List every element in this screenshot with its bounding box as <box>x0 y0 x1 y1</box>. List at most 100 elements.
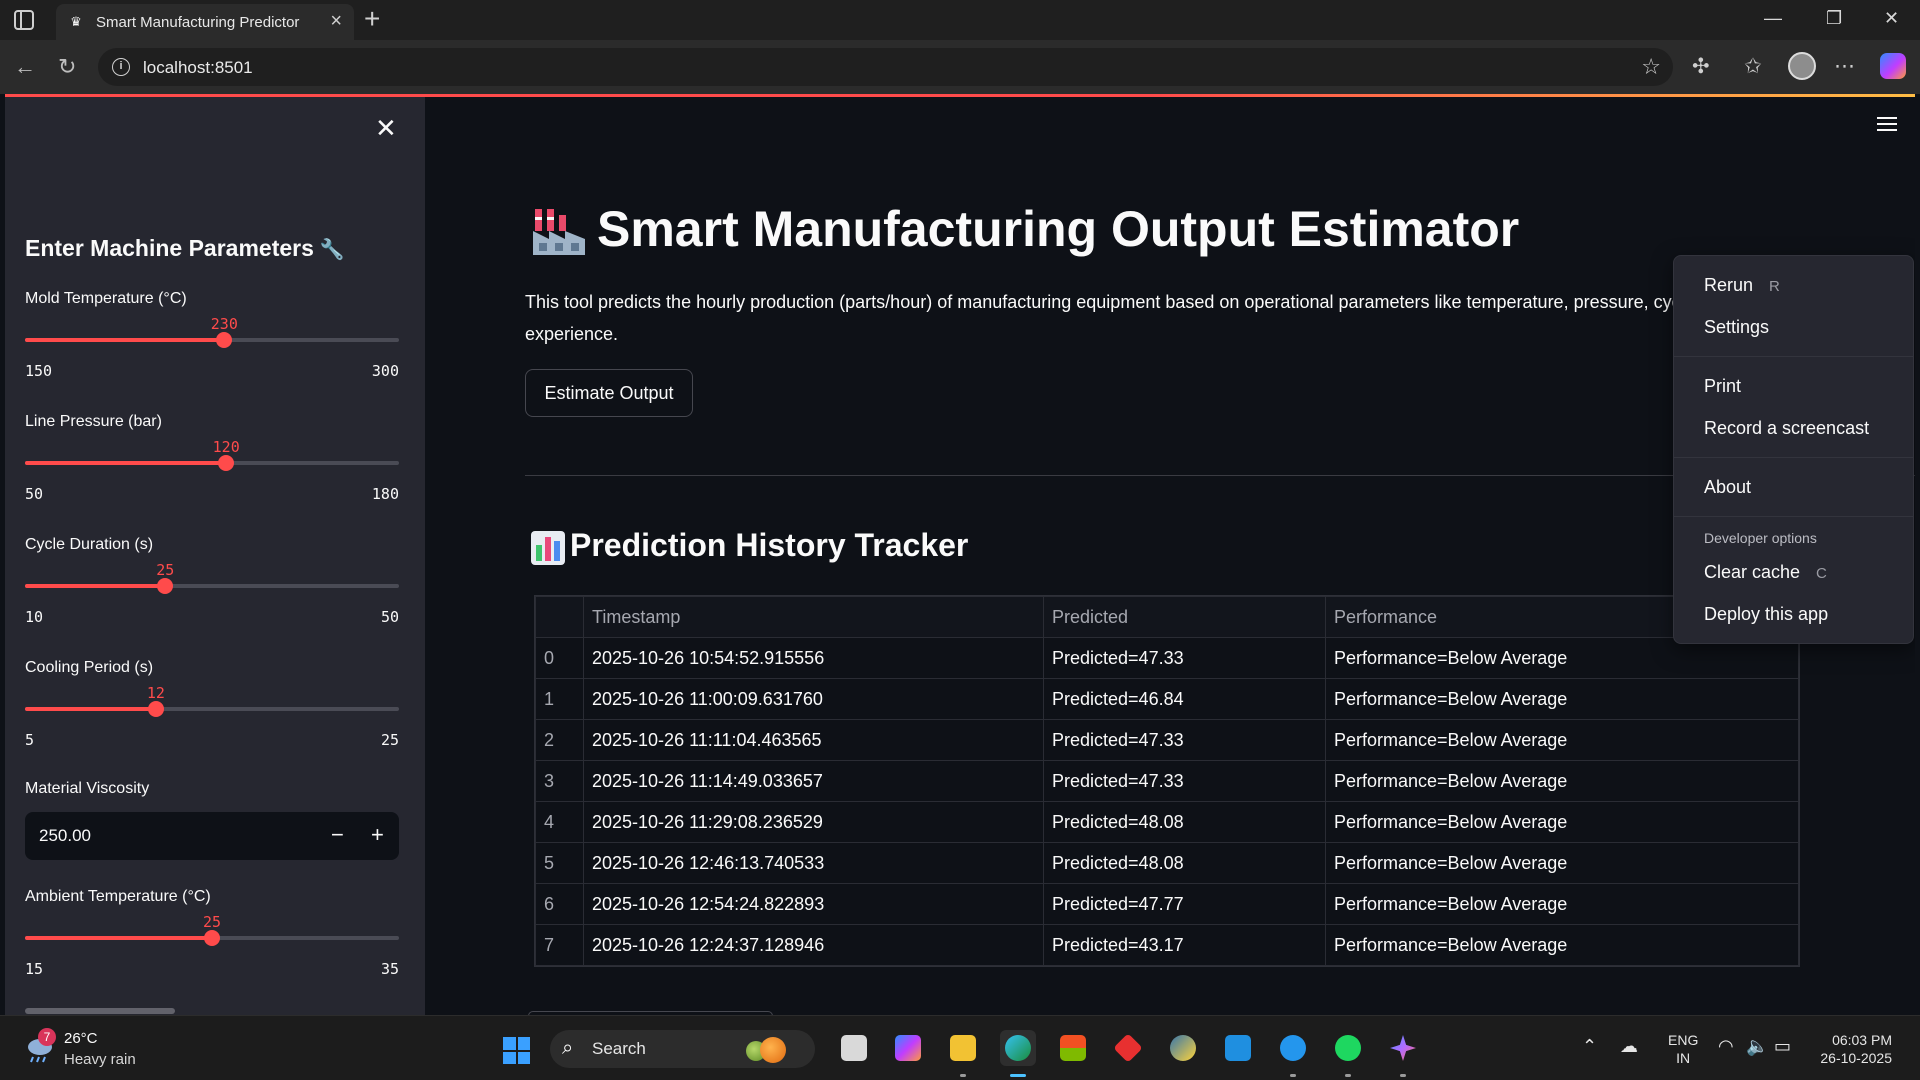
microsoft-store-icon[interactable] <box>1055 1030 1091 1066</box>
slider-track[interactable] <box>25 930 399 946</box>
table-row[interactable]: 0 2025-10-26 10:54:52.915556 Predicted=47.… <box>535 637 1799 679</box>
favorites-icon[interactable]: ✩ <box>1744 54 1762 79</box>
timestamp-cell[interactable]: 2025-10-26 12:24:37.128946 <box>583 924 1044 966</box>
row-index[interactable]: 6 <box>535 883 584 925</box>
table-row[interactable]: 2 2025-10-26 11:11:04.463565 Predicted=47.… <box>535 719 1799 761</box>
menu-item-record-screencast[interactable]: Record a screencast <box>1674 407 1913 449</box>
table-row[interactable]: 7 2025-10-26 12:24:37.128946 Predicted=43.… <box>535 924 1799 966</box>
row-index[interactable]: 7 <box>535 924 584 966</box>
row-index[interactable]: 2 <box>535 719 584 761</box>
table-row[interactable]: 6 2025-10-26 12:54:24.822893 Predicted=47.… <box>535 883 1799 925</box>
row-index[interactable]: 3 <box>535 760 584 802</box>
python-app-icon[interactable] <box>1165 1030 1201 1066</box>
favorite-star-icon[interactable]: ☆ <box>1641 54 1661 80</box>
performance-cell[interactable]: Performance=Below Average <box>1325 801 1799 843</box>
timestamp-cell[interactable]: 2025-10-26 10:54:52.915556 <box>583 637 1044 679</box>
predicted-cell[interactable]: Predicted=48.08 <box>1043 801 1326 843</box>
taskbar-search[interactable]: ⌕ Search <box>550 1030 815 1068</box>
table-row[interactable]: 3 2025-10-26 11:14:49.033657 Predicted=47.… <box>535 760 1799 802</box>
increment-button[interactable]: + <box>371 822 384 848</box>
slider-thumb[interactable] <box>204 930 220 946</box>
close-sidebar-icon[interactable]: ✕ <box>375 113 397 144</box>
weather-temperature[interactable]: 26°C <box>64 1030 98 1047</box>
column-header-timestamp[interactable]: Timestamp <box>583 596 1044 638</box>
viscosity-input[interactable]: 250.00 − + <box>25 812 399 860</box>
wifi-icon[interactable]: ◠ <box>1718 1036 1734 1057</box>
slider-thumb[interactable] <box>218 455 235 471</box>
menu-item-print[interactable]: Print <box>1674 365 1913 407</box>
close-window-icon[interactable]: ✕ <box>1884 8 1899 29</box>
timestamp-cell[interactable]: 2025-10-26 11:14:49.033657 <box>583 760 1044 802</box>
slider-track[interactable] <box>25 332 399 348</box>
column-header-predicted[interactable]: Predicted <box>1043 596 1326 638</box>
timestamp-cell[interactable]: 2025-10-26 12:46:13.740533 <box>583 842 1044 884</box>
spotify-icon[interactable] <box>1330 1030 1366 1077</box>
browser-tab[interactable]: ♛ Smart Manufacturing Predictor × <box>56 4 354 40</box>
row-index[interactable]: 5 <box>535 842 584 884</box>
start-button[interactable] <box>503 1037 530 1064</box>
weather-description[interactable]: Heavy rain <box>64 1051 136 1068</box>
copilot-app-icon[interactable] <box>890 1030 926 1066</box>
docker-icon[interactable] <box>1275 1030 1311 1077</box>
menu-item-rerun[interactable]: Rerun R <box>1674 264 1913 306</box>
new-tab-icon[interactable]: + <box>364 3 380 35</box>
timestamp-cell[interactable]: 2025-10-26 11:11:04.463565 <box>583 719 1044 761</box>
slider-ambient-temperature[interactable]: Ambient Temperature (°C) 25 15 35 <box>25 888 399 998</box>
edge-browser-icon[interactable] <box>1000 1030 1036 1077</box>
performance-cell[interactable]: Performance=Below Average <box>1325 678 1799 720</box>
predicted-cell[interactable]: Predicted=47.33 <box>1043 760 1326 802</box>
timestamp-cell[interactable]: 2025-10-26 12:54:24.822893 <box>583 883 1044 925</box>
tab-actions-icon[interactable] <box>14 10 34 30</box>
timestamp-cell[interactable]: 2025-10-26 11:29:08.236529 <box>583 801 1044 843</box>
slider-track[interactable] <box>25 578 399 594</box>
slider-track[interactable] <box>25 455 399 471</box>
performance-cell[interactable]: Performance=Below Average <box>1325 842 1799 884</box>
reload-icon[interactable]: ↻ <box>58 54 76 80</box>
row-index[interactable]: 4 <box>535 801 584 843</box>
slider-mold-temperature[interactable]: Mold Temperature (°C) 230 150 300 <box>25 290 399 400</box>
minimize-icon[interactable]: — <box>1764 8 1782 29</box>
predicted-cell[interactable]: Predicted=47.33 <box>1043 719 1326 761</box>
performance-cell[interactable]: Performance=Below Average <box>1325 719 1799 761</box>
file-explorer-icon[interactable] <box>945 1030 981 1077</box>
copilot-icon[interactable] <box>1880 53 1906 79</box>
predicted-cell[interactable]: Predicted=47.33 <box>1043 637 1326 679</box>
slider-line-pressure[interactable]: Line Pressure (bar) 120 50 180 <box>25 413 399 523</box>
menu-item-deploy[interactable]: Deploy this app <box>1674 593 1913 635</box>
table-row[interactable]: 5 2025-10-26 12:46:13.740533 Predicted=48.… <box>535 842 1799 884</box>
gemini-icon[interactable] <box>1385 1030 1421 1077</box>
volume-icon[interactable]: 🔈 <box>1746 1036 1768 1057</box>
row-index[interactable]: 1 <box>535 678 584 720</box>
battery-icon[interactable]: ▭ <box>1774 1036 1791 1057</box>
extensions-icon[interactable]: ✣ <box>1692 54 1710 79</box>
close-tab-icon[interactable]: × <box>330 10 342 33</box>
predicted-cell[interactable]: Predicted=48.08 <box>1043 842 1326 884</box>
performance-cell[interactable]: Performance=Below Average <box>1325 760 1799 802</box>
onedrive-cloud-icon[interactable]: ☁ <box>1620 1036 1638 1057</box>
predicted-cell[interactable]: Predicted=47.77 <box>1043 883 1326 925</box>
vscode-icon[interactable] <box>1220 1030 1256 1066</box>
table-row[interactable]: 1 2025-10-26 11:00:09.631760 Predicted=46.… <box>535 678 1799 720</box>
site-info-icon[interactable]: i <box>112 58 130 76</box>
git-app-icon[interactable] <box>1110 1030 1146 1066</box>
table-row[interactable]: 4 2025-10-26 11:29:08.236529 Predicted=48.… <box>535 801 1799 843</box>
system-clock[interactable]: 06:03 PM 26-10-2025 <box>1812 1031 1892 1067</box>
row-index[interactable]: 0 <box>535 637 584 679</box>
predicted-cell[interactable]: Predicted=43.17 <box>1043 924 1326 966</box>
main-menu-icon[interactable] <box>1877 117 1897 135</box>
slider-cooling-period[interactable]: Cooling Period (s) 12 5 25 <box>25 659 399 769</box>
predicted-cell[interactable]: Predicted=46.84 <box>1043 678 1326 720</box>
menu-item-settings[interactable]: Settings <box>1674 306 1913 348</box>
menu-item-clear-cache[interactable]: Clear cache C <box>1674 551 1913 593</box>
profile-avatar[interactable] <box>1788 52 1816 80</box>
back-icon[interactable]: ← <box>14 54 36 80</box>
more-options-icon[interactable]: ⋯ <box>1834 54 1855 79</box>
performance-cell[interactable]: Performance=Below Average <box>1325 883 1799 925</box>
slider-track[interactable] <box>25 701 399 717</box>
slider-cycle-duration[interactable]: Cycle Duration (s) 25 10 50 <box>25 536 399 646</box>
restore-icon[interactable]: ❐ <box>1826 8 1842 29</box>
address-bar[interactable]: i localhost:8501 ☆ <box>98 48 1673 86</box>
chevron-up-icon[interactable]: ⌃ <box>1582 1036 1597 1057</box>
slider-thumb[interactable] <box>157 578 174 594</box>
menu-item-about[interactable]: About <box>1674 466 1913 508</box>
